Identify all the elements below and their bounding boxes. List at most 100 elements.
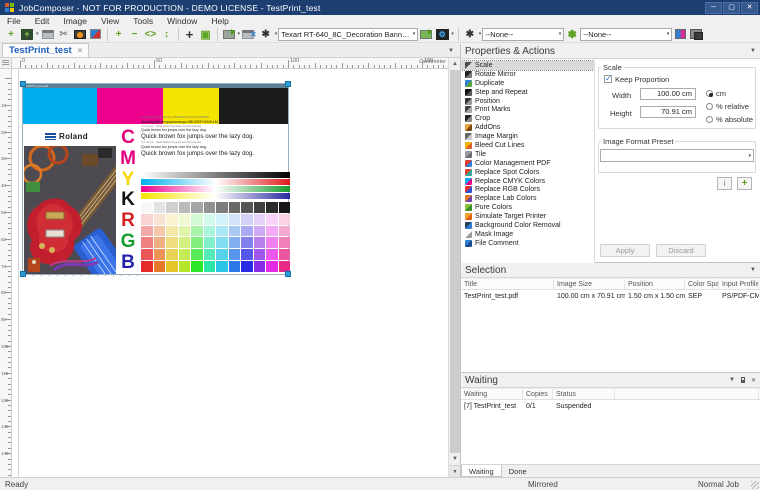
layers-icon[interactable] — [689, 27, 703, 41]
action-step-and-repeat[interactable]: Step and Repeat — [461, 88, 594, 97]
pin-icon[interactable] — [741, 377, 745, 383]
swatch — [166, 249, 178, 260]
action-addons[interactable]: AddOns — [461, 123, 594, 132]
action-rotate-mirror[interactable]: Rotate Mirror — [461, 70, 594, 79]
arrange-images-icon[interactable]: ▣ — [199, 27, 213, 41]
action-position[interactable]: Position — [461, 97, 594, 106]
tab-testprint-test[interactable]: TestPrint_test × — [2, 43, 89, 57]
selection-row[interactable]: TestPrint_test.pdf100.00 cm x 70.91 cm1.… — [461, 290, 760, 302]
table-header-row: WaitingCopiesStatus — [461, 388, 760, 400]
preset-add-button[interactable]: + — [737, 177, 752, 190]
menu-view[interactable]: View — [94, 16, 126, 26]
selection-menu-dropdown[interactable]: ▼ — [750, 267, 756, 273]
print-environment-dropdown[interactable]: ▾ — [451, 31, 454, 37]
selection-handle-topright[interactable] — [285, 81, 291, 87]
color-settings-icon[interactable] — [89, 27, 103, 41]
image-format-preset-combobox[interactable]: ▾ — [600, 149, 754, 162]
action-pure-colors[interactable]: Pure Colors — [461, 203, 594, 212]
properties-menu-dropdown[interactable]: ▼ — [750, 48, 756, 54]
unit-absolute-radio[interactable]: % absolute — [706, 115, 753, 124]
zoom-out-icon[interactable]: − — [128, 27, 142, 41]
queue-tab-done[interactable]: Done — [502, 465, 534, 477]
maximize-button[interactable]: ▢ — [723, 2, 740, 14]
file-comment-icon — [465, 240, 472, 247]
menu-help[interactable]: Help — [204, 16, 235, 26]
action-background-color-removal[interactable]: Background Color Removal — [461, 221, 594, 230]
selection-handle-bottomleft[interactable] — [20, 271, 26, 277]
swatch — [154, 261, 166, 272]
unit-cm-radio[interactable]: cm — [706, 89, 726, 98]
action-image-margin[interactable]: Image Margin — [461, 132, 594, 141]
action-file-comment[interactable]: File Comment — [461, 239, 594, 248]
scrollbar-thumb[interactable] — [450, 70, 460, 453]
waiting-close-icon[interactable]: ✕ — [751, 377, 756, 384]
color-flower-icon[interactable]: ✽ — [565, 27, 579, 41]
action-replace-cmyk-colors[interactable]: Replace CMYK Colors — [461, 177, 594, 186]
waiting-menu-dropdown[interactable]: ▼ — [729, 377, 735, 383]
new-image-icon[interactable]: + — [20, 27, 34, 41]
action-mask-image[interactable]: Mask Image — [461, 230, 594, 239]
tab-close-icon[interactable]: × — [78, 46, 83, 55]
quickset-wand-icon[interactable]: ✱ — [259, 27, 273, 41]
layout-canvas[interactable]: TestPrint_test.pdf Roland — [12, 69, 448, 477]
fit-height-icon[interactable]: ↕ — [160, 27, 174, 41]
center-image-icon[interactable]: + — [183, 27, 197, 41]
tab-list-dropdown[interactable]: ▼ — [448, 48, 454, 54]
action-print-marks[interactable]: Print Marks — [461, 105, 594, 114]
print-icon[interactable] — [41, 27, 55, 41]
vertical-scrollbar[interactable]: ▲ ▼ ▼ — [448, 58, 460, 477]
add-job-icon[interactable]: + — [4, 27, 18, 41]
printer-preset-combobox[interactable]: Texart RT-640_8C_Decoration Banner_12P_7… — [278, 28, 418, 41]
minimize-button[interactable]: ─ — [705, 2, 722, 14]
menu-window[interactable]: Window — [160, 16, 204, 26]
action-bleed-cut-lines[interactable]: Bleed Cut Lines — [461, 141, 594, 150]
preset-wand-dropdown[interactable]: ▾ — [479, 31, 482, 37]
action-crop[interactable]: Crop — [461, 114, 594, 123]
action-scale[interactable]: Scale — [461, 61, 594, 70]
menu-edit[interactable]: Edit — [28, 16, 57, 26]
selection-handle-bottomright[interactable] — [285, 271, 291, 277]
menu-image[interactable]: Image — [56, 16, 94, 26]
action-duplicate[interactable]: Duplicate — [461, 79, 594, 88]
split-color-icon[interactable] — [673, 27, 687, 41]
cancel-print-icon[interactable]: ✕ — [242, 27, 257, 41]
quickset-combobox-1[interactable]: --None--▾ — [482, 28, 564, 41]
action-color-management-pdf[interactable]: Color Management PDF — [461, 159, 594, 168]
width-input[interactable]: 100.00 cm — [640, 88, 696, 100]
print-preview-image[interactable]: TestPrint_test.pdf Roland — [22, 83, 289, 275]
print-environment-icon[interactable]: ⚙ — [435, 27, 449, 41]
resize-grip[interactable] — [751, 481, 759, 489]
ruler-label: 20 — [1, 130, 6, 135]
send-to-print-dropdown[interactable]: ▾ — [238, 31, 241, 37]
height-input[interactable]: 70.91 cm — [640, 106, 696, 118]
menu-file[interactable]: File — [0, 16, 28, 26]
checkbox-icon[interactable] — [604, 75, 612, 83]
action-replace-lab-colors[interactable]: Replace Lab Colors — [461, 194, 594, 203]
preset-info-button[interactable]: i — [717, 177, 732, 190]
cut-icon[interactable]: ✂ — [57, 27, 71, 41]
unit-relative-radio[interactable]: % relative — [706, 102, 749, 111]
guitar-photo — [24, 146, 116, 274]
waiting-table: WaitingCopiesStatus[7] TestPrint_test0/1… — [461, 388, 760, 446]
keep-proportion-checkbox[interactable]: Keep Proportion — [604, 75, 669, 84]
queue-tab-waiting[interactable]: Waiting — [461, 465, 502, 477]
send-to-print-icon[interactable] — [222, 27, 236, 41]
selection-handle-topleft[interactable] — [20, 81, 26, 87]
open-job-icon[interactable] — [73, 27, 87, 41]
waiting-row[interactable]: [7] TestPrint_test0/1Suspended — [461, 400, 760, 412]
zoom-in-icon[interactable]: + — [112, 27, 126, 41]
action-replace-rgb-colors[interactable]: Replace RGB Colors — [461, 185, 594, 194]
printer-flag-icon[interactable] — [419, 27, 433, 41]
action-tile[interactable]: Tile — [461, 150, 594, 159]
discard-button[interactable]: Discard — [656, 244, 706, 257]
new-image-dropdown[interactable]: ▾ — [36, 31, 39, 37]
menu-tools[interactable]: Tools — [126, 16, 160, 26]
action-simulate-target-printer[interactable]: Simulate Target Printer — [461, 212, 594, 221]
action-replace-spot-colors[interactable]: Replace Spot Colors — [461, 168, 594, 177]
quickset-wand-dropdown[interactable]: ▾ — [275, 31, 278, 37]
close-button[interactable]: ✕ — [741, 2, 758, 14]
preset-wand-icon[interactable]: ✱ — [463, 27, 477, 41]
apply-button[interactable]: Apply — [600, 244, 650, 257]
fit-width-icon[interactable]: <> — [144, 27, 158, 41]
quickset-combobox-2[interactable]: --None--▾ — [580, 28, 672, 41]
